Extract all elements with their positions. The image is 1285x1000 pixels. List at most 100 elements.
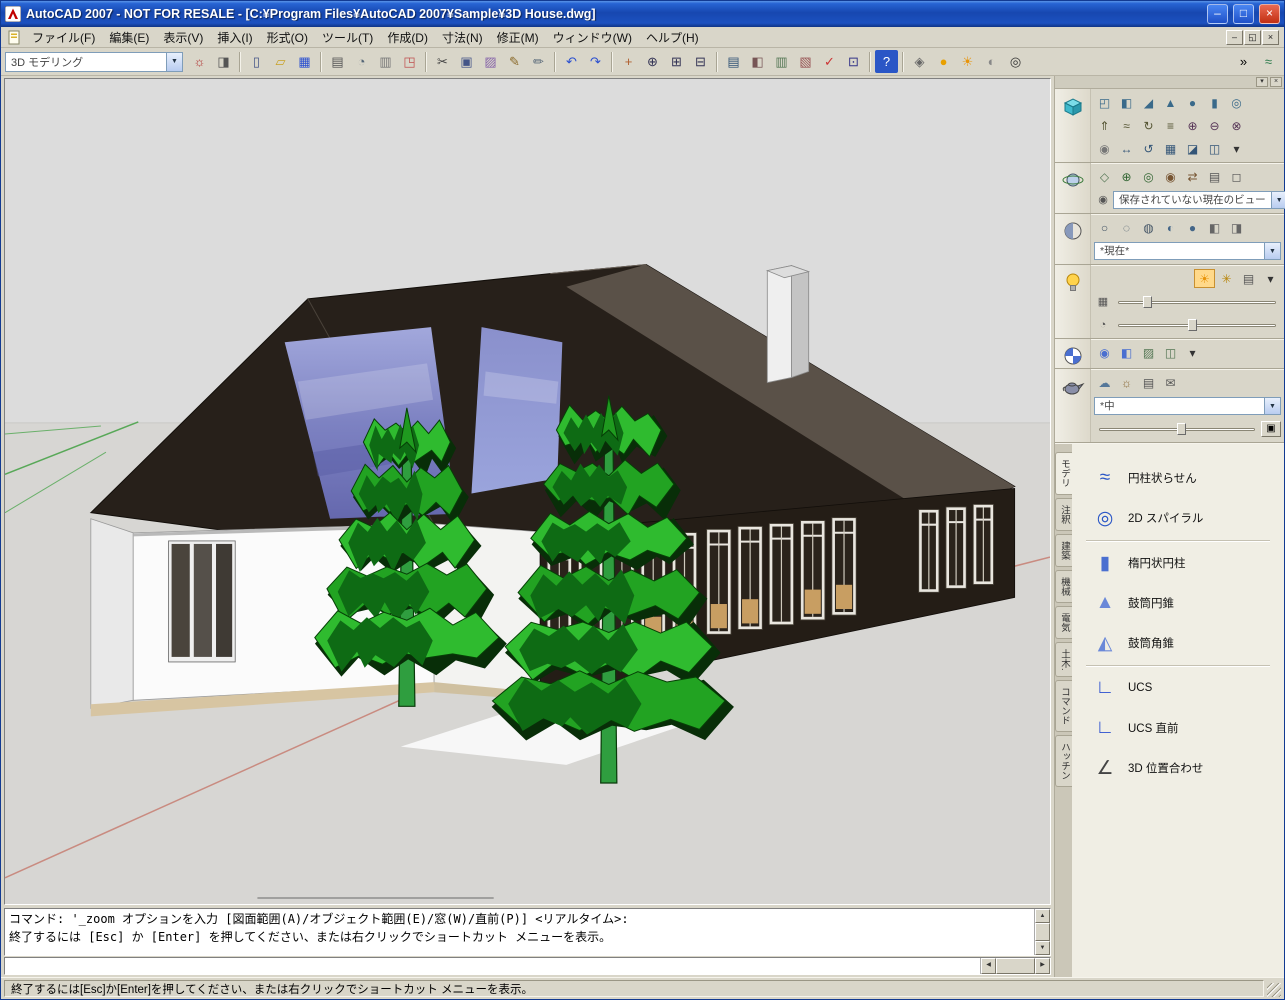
walk-button[interactable]: ◇ <box>1094 167 1115 186</box>
light-list-button[interactable]: ▤ <box>1238 269 1259 288</box>
front-door[interactable] <box>169 541 236 662</box>
conceptual-button[interactable]: ◐ <box>1160 218 1181 237</box>
light-more-button[interactable]: ▾ <box>1260 269 1281 288</box>
attach-by-layer-button[interactable]: ◫ <box>1160 343 1181 362</box>
parallel-projection-button[interactable]: ▤ <box>1204 167 1225 186</box>
menu-item-挿入(I)[interactable]: 挿入(I) <box>210 27 259 48</box>
cylinder-button[interactable]: ▮ <box>1204 93 1225 112</box>
visual-style-combo[interactable]: *現在* <box>1094 242 1281 260</box>
slider-thumb[interactable] <box>1177 423 1186 435</box>
2d-wireframe-button[interactable]: ○ <box>1094 218 1115 237</box>
tool-palettes-button[interactable]: ▥ <box>770 50 793 73</box>
subtract-button[interactable]: ⊖ <box>1204 116 1225 135</box>
palette-tool-3d-align[interactable]: ∠3D 位置合わせ <box>1076 748 1280 788</box>
lights-button[interactable]: ● <box>932 50 955 73</box>
maximize-button[interactable] <box>1233 4 1254 24</box>
free-orbit-button[interactable]: ◎ <box>1138 167 1159 186</box>
edge-overhang-button[interactable]: ◧ <box>1204 218 1225 237</box>
palette-tool-helix[interactable]: ≈円柱状らせん <box>1076 458 1280 498</box>
wedge-button[interactable]: ◢ <box>1138 93 1159 112</box>
zoom-window-button[interactable]: ⊞ <box>665 50 688 73</box>
menu-item-ウィンドウ(W)[interactable]: ウィンドウ(W) <box>546 27 639 48</box>
workspace-combo[interactable]: 3D モデリング <box>5 52 183 72</box>
resize-grip-icon[interactable] <box>1267 983 1281 997</box>
minimize-button[interactable] <box>1207 4 1228 24</box>
3d-dwf-button[interactable]: ◳ <box>398 50 421 73</box>
menu-item-ツール(T)[interactable]: ツール(T) <box>315 27 380 48</box>
scroll-down-icon[interactable] <box>1035 941 1050 955</box>
palette-tool-frustum-pyramid[interactable]: ◭鼓筒角錐 <box>1076 623 1280 663</box>
3d-hidden-button[interactable]: ◍ <box>1138 218 1159 237</box>
palette-tab-モデリ[interactable]: モデリ <box>1055 452 1072 495</box>
palette-tool-ucs[interactable]: ∟UCS <box>1076 668 1280 708</box>
light-panel-button[interactable] <box>1055 265 1091 338</box>
union-button[interactable]: ⊕ <box>1182 116 1203 135</box>
close-button[interactable] <box>1259 4 1280 24</box>
render-button[interactable]: ◎ <box>1004 50 1027 73</box>
palette-tab-電気[interactable]: 電気 <box>1055 606 1072 639</box>
command-history[interactable]: コマンド: '_zoom オプションを入力 [図面範囲(A)/オブジェクト範囲(… <box>4 908 1051 956</box>
advanced-render-settings-button[interactable]: ☼ <box>1116 373 1137 392</box>
constrained-orbit-button[interactable]: ⊕ <box>1116 167 1137 186</box>
realistic-button[interactable]: ● <box>1182 218 1203 237</box>
palette-tab-機械[interactable]: 機械 <box>1055 570 1072 603</box>
vscroll-thumb[interactable] <box>1035 923 1050 941</box>
sphere-button[interactable]: ● <box>1182 93 1203 112</box>
quickcalc-button[interactable]: ⊡ <box>842 50 865 73</box>
3d-wireframe-button[interactable]: ◌ <box>1116 218 1137 237</box>
swivel-button[interactable]: ⇄ <box>1182 167 1203 186</box>
perspective-projection-button[interactable]: ◻ <box>1226 167 1247 186</box>
3d-make-panel-button[interactable] <box>1055 89 1091 162</box>
help-button[interactable]: ? <box>875 50 898 73</box>
menu-item-形式(O)[interactable]: 形式(O) <box>260 27 315 48</box>
menu-item-寸法(N)[interactable]: 寸法(N) <box>435 27 490 48</box>
revolve-button[interactable]: ↻ <box>1138 116 1159 135</box>
menu-item-ヘルプ(H)[interactable]: ヘルプ(H) <box>639 27 706 48</box>
palette-tab-ハッチン[interactable]: ハッチン <box>1055 735 1072 787</box>
slider-track[interactable] <box>1118 301 1276 304</box>
open-button[interactable]: ▱ <box>269 50 292 73</box>
command-input[interactable] <box>5 958 980 974</box>
visual-style-combo-arrow[interactable] <box>1264 243 1280 259</box>
publish-button[interactable]: ▥ <box>374 50 397 73</box>
loft-button[interactable]: ≡ <box>1160 116 1181 135</box>
chimney[interactable] <box>767 266 808 383</box>
extrude-button[interactable]: ⇑ <box>1094 116 1115 135</box>
slider-track[interactable] <box>1118 324 1276 327</box>
intersect-button[interactable]: ⊗ <box>1226 116 1247 135</box>
block-editor-button[interactable]: ✏ <box>527 50 550 73</box>
materials-more-button[interactable]: ▾ <box>1182 343 1203 362</box>
pan-button[interactable]: + <box>617 50 640 73</box>
command-hscrollbar[interactable] <box>980 958 1050 974</box>
markup-set-manager-button[interactable]: ✓ <box>818 50 841 73</box>
menu-item-表示(V)[interactable]: 表示(V) <box>156 27 210 48</box>
redo-button[interactable]: ↷ <box>584 50 607 73</box>
view-combo-arrow[interactable] <box>1271 192 1285 208</box>
designcenter-button[interactable]: ◧ <box>746 50 769 73</box>
pin-button[interactable]: ◉ <box>1094 139 1115 158</box>
3d-move-button[interactable]: ↔ <box>1116 139 1137 158</box>
dashboard-close-icon[interactable] <box>1270 77 1282 87</box>
paste-button[interactable]: ▨ <box>479 50 502 73</box>
mdi-restore-button[interactable] <box>1244 30 1261 45</box>
properties-button[interactable]: ▤ <box>722 50 745 73</box>
box-button[interactable]: ◧ <box>1116 93 1137 112</box>
menu-item-作成(D)[interactable]: 作成(D) <box>380 27 435 48</box>
3d-rotate-button[interactable]: ↺ <box>1138 139 1159 158</box>
materials-panel-button[interactable] <box>1055 339 1091 368</box>
workspace-combo-arrow[interactable] <box>166 53 182 71</box>
menu-item-編集(E)[interactable]: 編集(E) <box>102 27 156 48</box>
save-button[interactable]: ▦ <box>293 50 316 73</box>
materials-button[interactable]: ◐ <box>980 50 1003 73</box>
palette-tool-ucs-previous[interactable]: ∟UCS 直前 <box>1076 708 1280 748</box>
camera-button[interactable]: ◉ <box>1160 167 1181 186</box>
render-environment-button[interactable]: ☁ <box>1094 373 1115 392</box>
palette-tab-建築[interactable]: 建築 <box>1055 534 1072 567</box>
palette-tab-注釈[interactable]: 注釈 <box>1055 498 1072 531</box>
apply-material-button[interactable]: ◧ <box>1116 343 1137 362</box>
render-email-button[interactable]: ✉ <box>1160 373 1181 392</box>
render-preset-combo-arrow[interactable] <box>1264 398 1280 414</box>
render-quality-slider[interactable] <box>1099 421 1255 437</box>
render-preset-combo[interactable]: *中 <box>1094 397 1281 415</box>
contrast-slider[interactable] <box>1118 317 1276 333</box>
